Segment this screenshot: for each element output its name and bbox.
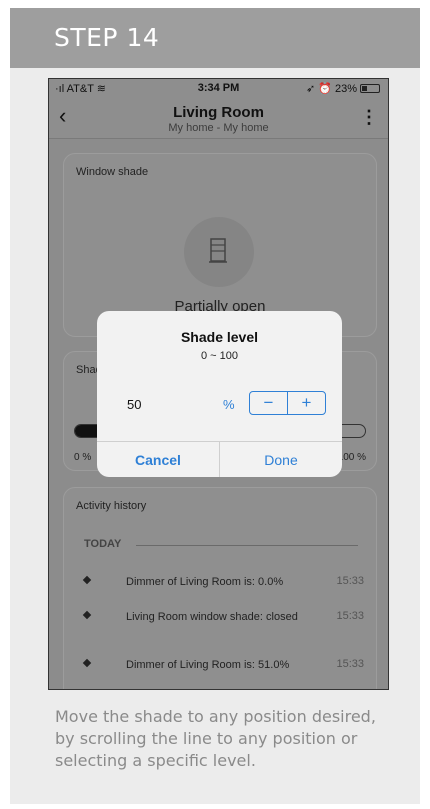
section-divider	[136, 545, 358, 546]
increment-button[interactable]: +	[288, 392, 325, 414]
step-title: STEP 14	[54, 23, 160, 52]
more-menu-icon[interactable]: ⋮	[360, 107, 378, 128]
cancel-button[interactable]: Cancel	[97, 442, 219, 477]
shade-level-value-input[interactable]: 50	[127, 397, 141, 412]
shade-level-dialog: Shade level 0 ~ 100 50 % − + Cancel Done	[97, 311, 342, 477]
battery-icon	[360, 84, 380, 93]
activity-history-panel: Activity history TODAY Dimmer of Living …	[63, 487, 377, 689]
page-subtitle: My home - My home	[168, 122, 269, 134]
status-bar: ·ıl AT&T ≋ 3:34 PM ➶ ⏰ 23%	[49, 79, 388, 97]
bullet-icon	[82, 575, 92, 585]
decrement-button[interactable]: −	[250, 392, 287, 414]
phone-screenshot: ·ıl AT&T ≋ 3:34 PM ➶ ⏰ 23% ‹ Living Room…	[48, 78, 389, 690]
history-text: Living Room window shade: closed	[126, 611, 298, 623]
dialog-title: Shade level	[180, 329, 259, 345]
step-header: STEP 14	[10, 8, 420, 68]
bullet-icon	[82, 610, 92, 620]
level-stepper: − +	[249, 391, 326, 415]
alarm-icon: ⏰	[318, 83, 332, 95]
nav-bar: ‹ Living Room My home - My home ⋮	[49, 97, 388, 139]
window-shade-label: Window shade	[76, 166, 149, 178]
dialog-buttons: Cancel Done	[97, 441, 342, 477]
activity-history-label: Activity history	[76, 500, 147, 512]
today-section-label: TODAY	[84, 538, 122, 550]
done-button[interactable]: Done	[220, 442, 342, 477]
step-card: STEP 14 ·ıl AT&T ≋ 3:34 PM ➶ ⏰ 23% ‹ Liv…	[10, 8, 420, 804]
bullet-icon	[82, 658, 92, 668]
dialog-range: 0 ~ 100	[200, 350, 238, 362]
page-title: Living Room	[173, 104, 264, 121]
unit-label: %	[223, 397, 235, 412]
status-right: ➶ ⏰ 23%	[306, 82, 380, 95]
history-text: Dimmer of Living Room is: 51.0%	[126, 659, 290, 671]
history-time: 15:33	[336, 575, 364, 587]
history-time: 15:33	[336, 658, 364, 670]
slider-min-label: 0 %	[74, 452, 92, 463]
history-text: Dimmer of Living Room is: 0.0%	[126, 576, 284, 588]
shade-toggle-button[interactable]	[184, 217, 254, 287]
location-icon: ➶	[306, 83, 316, 95]
window-shade-icon	[209, 238, 227, 263]
step-caption: Move the shade to any position desired, …	[55, 707, 376, 770]
battery-percent: 23%	[334, 82, 357, 95]
history-time: 15:33	[336, 610, 364, 622]
window-shade-panel[interactable]: Window shade Partially open	[63, 153, 377, 337]
